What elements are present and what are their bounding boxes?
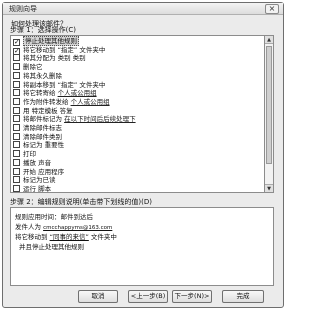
rule-action-label: 用 特定模板 答复 bbox=[23, 106, 73, 115]
desc-line-2: 发件人为 cmcchappyms@163.com bbox=[15, 221, 112, 231]
rule-checkbox[interactable] bbox=[13, 54, 20, 62]
rule-checkbox[interactable] bbox=[13, 176, 20, 184]
rule-checkbox[interactable] bbox=[13, 184, 20, 192]
actions-list: ✓ 停止处理其他规则 ✓ 将它移动到 “指定” 文件夹中 将其分配为 类别 类别 删除它将… bbox=[10, 35, 265, 193]
rule-description-box: 规则应用时间：邮件到达后 发件人为 cmcchappyms@163.com 将它… bbox=[10, 207, 274, 286]
rule-action-item[interactable]: 将邮件标记为 在以下时间后后续处理下 bbox=[13, 115, 263, 123]
rule-action-label: 将其永久删除 bbox=[23, 71, 62, 80]
rule-value-link[interactable]: 个人或公用组 bbox=[58, 89, 97, 97]
rule-value-link[interactable]: 个人或公用组 bbox=[71, 98, 110, 106]
desc-line-1: 规则应用时间：邮件到达后 bbox=[15, 213, 93, 221]
rule-checkbox[interactable] bbox=[13, 124, 20, 131]
back-button[interactable]: <上一步(B) bbox=[128, 290, 168, 303]
rule-action-item[interactable]: 用 特定模板 答复 bbox=[13, 106, 263, 115]
rule-checkbox[interactable] bbox=[13, 63, 20, 71]
rule-action-item[interactable]: 将副本移到 “指定” 文件夹中 bbox=[13, 80, 263, 89]
rule-action-label: 将它移动到 “指定” 文件夹中 bbox=[23, 45, 106, 54]
rule-checkbox[interactable] bbox=[13, 167, 20, 175]
rule-action-label: 标记为 重要性 bbox=[23, 141, 65, 150]
actions-scrollbar[interactable]: ▲ ▼ bbox=[265, 35, 274, 193]
finish-button[interactable]: 完成 bbox=[222, 290, 264, 303]
rule-action-item[interactable]: 开始 应用程序 bbox=[13, 167, 263, 176]
rule-action-label: 清除邮件类别 bbox=[23, 132, 62, 141]
desc-line-3: 将它移动到 “同事的来信” 文件夹中 bbox=[15, 231, 117, 241]
rule-action-label: 将它转寄给 bbox=[23, 89, 56, 98]
rule-action-item[interactable]: 标记为 重要性 bbox=[13, 141, 263, 149]
scroll-thumb[interactable] bbox=[266, 46, 272, 164]
rule-value-link[interactable]: 在以下时间后后续处理下 bbox=[64, 115, 136, 123]
rule-action-label: 播放 声音 bbox=[23, 158, 52, 167]
cancel-button[interactable]: 取消 bbox=[78, 290, 118, 303]
rule-checkbox[interactable] bbox=[13, 132, 20, 140]
rule-checkbox[interactable] bbox=[13, 97, 20, 105]
folder-link[interactable]: “同事的来信” bbox=[50, 233, 89, 241]
desc-move-prefix: 将它移动到 bbox=[15, 233, 48, 241]
desc-sender-prefix: 发件人为 bbox=[15, 223, 41, 231]
rule-action-item[interactable]: 打印 bbox=[13, 150, 263, 158]
rule-action-label: 将其分配为 类别 类别 bbox=[23, 54, 86, 63]
rule-checkbox[interactable] bbox=[13, 71, 20, 79]
desc-line-4: 并且停止处理其他规则 bbox=[19, 243, 84, 251]
rule-action-item[interactable]: ✓ 停止处理其他规则 bbox=[13, 36, 263, 46]
desc-move-suffix: 文件夹中 bbox=[90, 233, 117, 241]
rule-action-item[interactable]: 清除邮件标志 bbox=[13, 124, 263, 132]
rule-action-item[interactable]: 清除邮件类别 bbox=[13, 132, 263, 141]
rule-checkbox[interactable] bbox=[13, 89, 20, 97]
title-bar[interactable]: 规则向导 × bbox=[3, 3, 283, 15]
rule-action-item[interactable]: 将其分配为 类别 类别 bbox=[13, 54, 263, 62]
rule-checkbox[interactable] bbox=[13, 80, 20, 88]
scroll-down-arrow-icon[interactable]: ▼ bbox=[265, 184, 273, 192]
step1-label: 步骤 1：选择操作(C) bbox=[10, 26, 77, 34]
rule-action-label: 清除邮件标志 bbox=[23, 124, 62, 132]
close-button[interactable]: × bbox=[265, 4, 279, 14]
rule-action-item[interactable]: 运行 脚本 bbox=[13, 184, 263, 193]
scroll-up-arrow-icon[interactable]: ▲ bbox=[265, 36, 273, 44]
rule-action-label: 删除它 bbox=[23, 63, 43, 72]
rule-checkbox[interactable] bbox=[13, 158, 20, 166]
step2-label: 步骤 2：编辑规则说明(单击带下划线的值)(D) bbox=[10, 198, 152, 206]
rule-checkbox[interactable] bbox=[13, 115, 20, 123]
rule-action-item[interactable]: 将它转寄给 个人或公用组 bbox=[13, 89, 263, 97]
rule-action-item[interactable]: 将其永久删除 bbox=[13, 71, 263, 80]
rule-checkbox[interactable] bbox=[13, 106, 20, 114]
rule-action-item[interactable]: 删除它 bbox=[13, 63, 263, 71]
rule-action-label: 作为附件转发给 bbox=[23, 97, 69, 106]
window-title: 规则向导 bbox=[9, 5, 37, 13]
rule-action-item[interactable]: 作为附件转发给 个人或公用组 bbox=[13, 97, 263, 106]
rule-action-item[interactable]: 播放 声音 bbox=[13, 158, 263, 167]
rule-action-label: 运行 脚本 bbox=[23, 184, 52, 193]
rule-action-label: 开始 应用程序 bbox=[23, 167, 65, 176]
rule-action-label: 打印 bbox=[23, 150, 36, 159]
rule-action-item[interactable]: ✓ 将它移动到 “指定” 文件夹中 bbox=[13, 45, 263, 55]
rule-checkbox[interactable] bbox=[13, 150, 20, 158]
rule-action-label: 将邮件标记为 bbox=[23, 115, 62, 124]
rule-checkbox[interactable] bbox=[13, 141, 20, 149]
next-button[interactable]: 下一步(N)> bbox=[172, 290, 212, 303]
rule-action-label: 停止处理其他规则 bbox=[23, 36, 79, 46]
rule-action-item[interactable]: 标记为已读 bbox=[13, 176, 263, 184]
rule-action-label: 标记为已读 bbox=[23, 176, 56, 185]
rule-action-label: 将副本移到 “指定” 文件夹中 bbox=[23, 80, 106, 89]
